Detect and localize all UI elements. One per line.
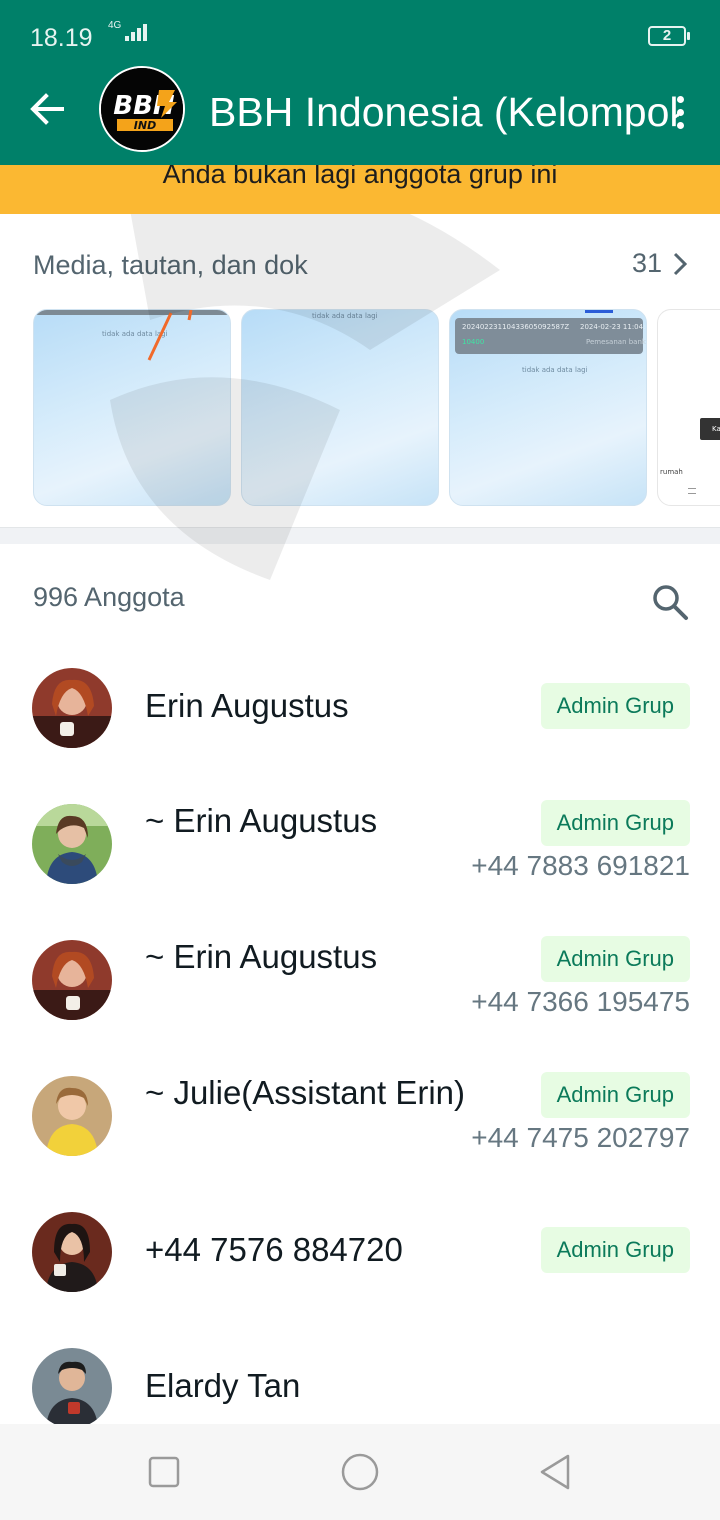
media-thumb-2[interactable]: tidak ada data lagi [241,309,439,506]
member-phone: +44 7366 195475 [471,986,690,1017]
signal-icon: 4G [108,20,148,41]
member-row[interactable]: ~ Erin Augustus Admin Grup +44 7883 6918… [0,798,720,918]
thumb-order-date: 2024-02-23 11:04:33 [580,323,647,331]
media-count: 31 [631,248,662,278]
thumb-order-amount: 10400 [462,338,485,346]
members-section: 996 Anggota Erin Augustus Admin Grup ~ E… [0,544,720,1428]
member-name: Erin Augustus [145,687,349,724]
avatar [32,1076,112,1156]
avatar [32,668,112,748]
media-thumb-3[interactable]: 20240223110433605092587Z 2024-02-23 11:0… [449,309,647,506]
group-title[interactable]: BBH Indonesia (Kelompok [209,86,679,138]
triangle-back-nav-icon[interactable] [532,1448,580,1496]
group-logo-icon: BBH IND [101,68,183,150]
admin-badge: Admin Grup [540,936,690,982]
system-nav-bar [0,1424,720,1520]
admin-badge: Admin Grup [540,1227,690,1273]
avatar [32,1212,112,1292]
battery-icon: 2 [648,26,690,46]
member-row[interactable]: Erin Augustus Admin Grup [0,662,720,782]
thumb-caption: tidak ada data lagi [522,366,588,374]
media-thumb-4[interactable]: Ka rumah [657,309,720,506]
app-header: 18.19 4G 2 BBH IND BBH Indonesia (Kelomp… [0,0,720,165]
avatar [32,804,112,884]
thumb-order-id: 20240223110433605092587Z [462,323,570,331]
square-nav-icon[interactable] [140,1448,188,1496]
media-section: Media, tautan, dan dok 31 tidak ada data… [0,220,720,526]
admin-badge: Admin Grup [540,1072,690,1118]
member-row[interactable]: ~ Erin Augustus Admin Grup +44 7366 1954… [0,934,720,1054]
member-name: ~ Erin Augustus [145,938,378,975]
network-label: 4G [108,20,122,31]
media-thumb-1[interactable]: tidak ada data lagi [33,309,231,506]
admin-badge: Admin Grup [540,683,690,729]
member-phone: +44 7475 202797 [471,1122,690,1153]
member-name: Elardy Tan [145,1367,301,1404]
status-bar: 18.19 4G 2 [0,0,720,70]
thumb-caption: rumah [660,468,683,476]
member-phone: +44 7883 691821 [471,850,690,881]
search-icon[interactable] [650,582,690,622]
avatar [32,940,112,1020]
member-name: ~ Julie(Assistant Erin) [145,1074,466,1111]
section-divider [0,527,720,544]
media-heading[interactable]: Media, tautan, dan dok [33,250,308,281]
status-time: 18.19 [30,24,93,52]
thumb-chip: Ka [712,425,720,433]
member-name: +44 7576 884720 [145,1231,403,1268]
admin-badge: Admin Grup [540,800,690,846]
circle-nav-icon[interactable] [336,1448,384,1496]
logo-subtext: IND [134,119,156,132]
avatar [32,1348,112,1428]
group-avatar[interactable]: BBH IND [99,66,185,152]
members-count: 996 Anggota [33,582,185,612]
media-count-link[interactable]: 31 [632,248,688,279]
annotation-stroke-icon [147,310,193,361]
more-vertical-icon[interactable] [666,88,696,136]
chevron-right-icon [673,252,688,275]
thumb-order-status: Pemesanan bank [586,338,646,346]
thumb-caption: tidak ada data lagi [312,312,378,320]
group-info-screen: 18.19 4G 2 BBH IND BBH Indonesia (Kelomp… [0,0,720,1520]
back-arrow-icon[interactable] [24,85,72,133]
member-row[interactable]: ~ Julie(Assistant Erin) Admin Grup +44 7… [0,1070,720,1190]
member-row[interactable]: +44 7576 884720 Admin Grup [0,1206,720,1326]
member-name: ~ Erin Augustus [145,802,378,839]
